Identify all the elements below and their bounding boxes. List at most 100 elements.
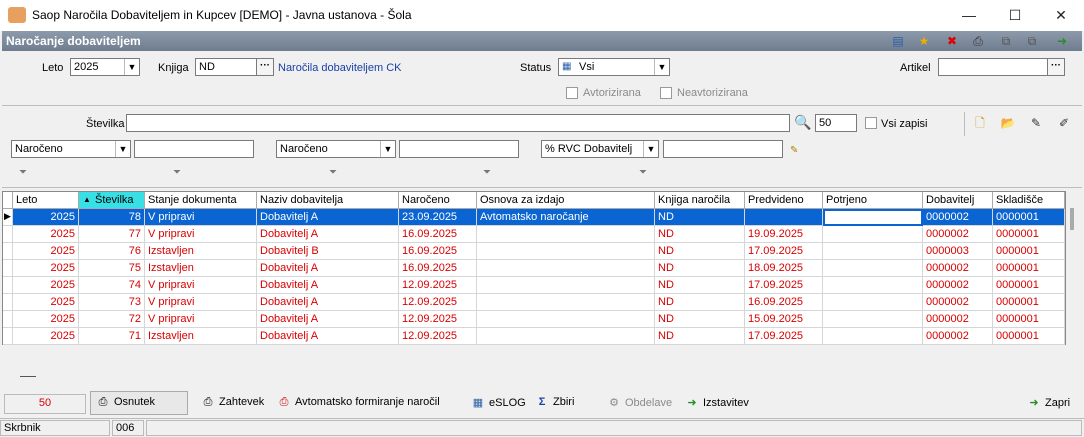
filter1-dropdown[interactable]: Naročeno ▼ <box>11 140 131 158</box>
cell-leto[interactable]: 2025 <box>13 311 79 328</box>
cell-naroceno[interactable]: 23.09.2025 <box>399 209 477 226</box>
record-count-spinner[interactable]: 50 <box>815 114 857 132</box>
column-header-dobavitelj[interactable]: Dobavitelj <box>923 192 993 209</box>
zbiri-button[interactable]: Σ Zbiri <box>530 392 578 414</box>
cell-naziv[interactable]: Dobavitelj A <box>257 277 399 294</box>
cell-potrjeno[interactable] <box>823 260 923 277</box>
cell-predvideno[interactable]: 15.09.2025 <box>745 311 823 328</box>
cell-skladisce[interactable]: 0000001 <box>993 260 1065 277</box>
cell-leto[interactable]: 2025 <box>13 243 79 260</box>
close-button[interactable]: ✕ <box>1038 0 1084 31</box>
table-row[interactable]: ▶ 2025 78 V pripravi Dobavitelj A 23.09.2025 A… <box>3 209 1065 226</box>
cell-osnova[interactable] <box>477 243 655 260</box>
delete-icon[interactable]: ✖ <box>944 34 960 48</box>
cell-dobavitelj[interactable]: 0000002 <box>923 209 993 226</box>
cell-leto[interactable]: 2025 <box>13 260 79 277</box>
obdelave-button[interactable]: ⚙ Obdelave <box>602 392 676 414</box>
cell-potrjeno[interactable] <box>823 209 923 226</box>
cell-naziv[interactable]: Dobavitelj A <box>257 226 399 243</box>
cell-dobavitelj[interactable]: 0000002 <box>923 294 993 311</box>
cell-potrjeno[interactable] <box>823 226 923 243</box>
table-row[interactable]: 2025 77 V pripravi Dobavitelj A 16.09.2025 ND… <box>3 226 1065 243</box>
filter3-dropdown[interactable]: % RVC Dobavitelj ▼ <box>541 140 659 158</box>
cell-naroceno[interactable]: 16.09.2025 <box>399 260 477 277</box>
filter-icon[interactable]: ⏷ <box>326 167 340 179</box>
copy-icon[interactable]: ⧉ <box>998 34 1014 48</box>
cell-predvideno[interactable]: 16.09.2025 <box>745 294 823 311</box>
cell-naziv[interactable]: Dobavitelj A <box>257 328 399 345</box>
filter1-input[interactable] <box>134 140 254 158</box>
column-header-naroceno[interactable]: Naročeno <box>399 192 477 209</box>
filter-icon[interactable]: ⏷ <box>16 167 30 179</box>
column-header-stevilka[interactable]: ▲ Številka <box>79 192 145 209</box>
cell-knjiga[interactable]: ND <box>655 294 745 311</box>
cell-potrjeno[interactable] <box>823 277 923 294</box>
cell-knjiga[interactable]: ND <box>655 311 745 328</box>
artikel-browse-button[interactable]: ··· <box>1047 58 1065 76</box>
cell-stevilka[interactable]: 71 <box>79 328 145 345</box>
exit-icon[interactable]: ➜ <box>1054 34 1070 48</box>
cell-dobavitelj[interactable]: 0000002 <box>923 311 993 328</box>
cell-predvideno[interactable]: 17.09.2025 <box>745 243 823 260</box>
table-row[interactable]: 2025 71 Izstavljen Dobavitelj A 12.09.2025 ND… <box>3 328 1065 345</box>
table-row[interactable]: 2025 74 V pripravi Dobavitelj A 12.09.2025 ND… <box>3 277 1065 294</box>
cell-stanje[interactable]: Izstavljen <box>145 260 257 277</box>
stevilka-search-input[interactable] <box>126 114 790 132</box>
knjiga-browse-button[interactable]: ··· <box>256 58 274 76</box>
cell-naroceno[interactable]: 12.09.2025 <box>399 294 477 311</box>
cell-osnova[interactable] <box>477 311 655 328</box>
avtorizirana-checkbox[interactable] <box>566 87 578 99</box>
star-icon[interactable]: ★ <box>916 34 932 48</box>
cell-stevilka[interactable]: 74 <box>79 277 145 294</box>
knjiga-field[interactable]: ND <box>195 58 257 76</box>
cell-dobavitelj[interactable]: 0000002 <box>923 226 993 243</box>
cell-dobavitelj[interactable]: 0000002 <box>923 260 993 277</box>
column-header-osnova[interactable]: Osnova za izdajo <box>477 192 655 209</box>
list-icon[interactable]: ▤ <box>890 34 906 48</box>
filter2-dropdown[interactable]: Naročeno ▼ <box>276 140 396 158</box>
cell-dobavitelj[interactable]: 0000003 <box>923 243 993 260</box>
cell-stevilka[interactable]: 78 <box>79 209 145 226</box>
cell-skladisce[interactable]: 0000001 <box>993 294 1065 311</box>
cell-predvideno[interactable]: 17.09.2025 <box>745 328 823 345</box>
cell-osnova[interactable] <box>477 226 655 243</box>
cell-skladisce[interactable]: 0000001 <box>993 311 1065 328</box>
cell-knjiga[interactable]: ND <box>655 209 745 226</box>
cell-stanje[interactable]: V pripravi <box>145 226 257 243</box>
avtomatsko-button[interactable]: ⎙ Avtomatsko formiranje naročil <box>272 392 444 414</box>
cell-leto[interactable]: 2025 <box>13 294 79 311</box>
cell-predvideno[interactable] <box>745 209 823 226</box>
cell-knjiga[interactable]: ND <box>655 243 745 260</box>
filter-icon[interactable]: ⏷ <box>480 167 494 179</box>
cell-naziv[interactable]: Dobavitelj A <box>257 311 399 328</box>
splitter-handle[interactable] <box>20 376 36 377</box>
eslog-button[interactable]: ▦ eSLOG <box>466 392 530 414</box>
cell-stevilka[interactable]: 73 <box>79 294 145 311</box>
print-icon[interactable]: ⎙ <box>970 34 986 48</box>
cell-naroceno[interactable]: 12.09.2025 <box>399 328 477 345</box>
search-icon[interactable]: 🔍 <box>794 114 811 131</box>
cell-potrjeno[interactable] <box>823 328 923 345</box>
cell-predvideno[interactable]: 18.09.2025 <box>745 260 823 277</box>
cell-skladisce[interactable]: 0000001 <box>993 226 1065 243</box>
copy2-icon[interactable]: ⧉ <box>1024 34 1040 48</box>
zapri-button[interactable]: ➜ Zapri <box>1022 392 1074 414</box>
cell-stanje[interactable]: Izstavljen <box>145 243 257 260</box>
status-dropdown[interactable]: ▦ Vsi ▼ <box>558 58 670 76</box>
cell-stanje[interactable]: V pripravi <box>145 209 257 226</box>
cell-skladisce[interactable]: 0000001 <box>993 328 1065 345</box>
cell-naziv[interactable]: Dobavitelj A <box>257 294 399 311</box>
table-row[interactable]: 2025 72 V pripravi Dobavitelj A 12.09.2025 ND… <box>3 311 1065 328</box>
clear-filter-icon[interactable]: ✎ <box>790 145 798 156</box>
cell-leto[interactable]: 2025 <box>13 209 79 226</box>
cell-stevilka[interactable]: 77 <box>79 226 145 243</box>
filter-icon[interactable]: ⏷ <box>636 167 650 179</box>
neavtorizirana-checkbox[interactable] <box>660 87 672 99</box>
cell-stanje[interactable]: Izstavljen <box>145 328 257 345</box>
cell-knjiga[interactable]: ND <box>655 226 745 243</box>
cell-potrjeno[interactable] <box>823 311 923 328</box>
cell-naroceno[interactable]: 16.09.2025 <box>399 226 477 243</box>
cell-naziv[interactable]: Dobavitelj A <box>257 209 399 226</box>
open-document-icon[interactable]: 📂 <box>1000 116 1016 130</box>
column-header-skladisce[interactable]: Skladišče <box>993 192 1065 209</box>
